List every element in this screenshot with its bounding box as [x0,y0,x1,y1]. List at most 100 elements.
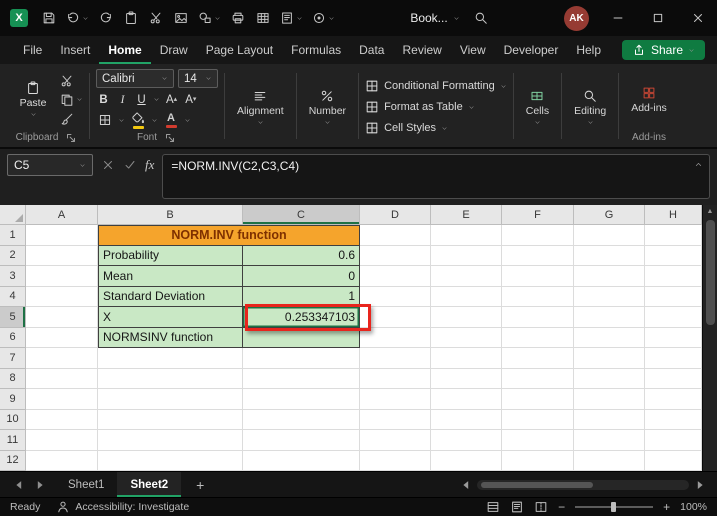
cell-G12[interactable] [574,450,645,471]
tab-formulas[interactable]: Formulas [282,36,350,64]
cell-A12[interactable] [26,450,98,471]
cell-D6[interactable] [360,327,431,348]
vertical-scrollbar-thumb[interactable] [705,220,715,325]
next-sheet-icon[interactable] [33,478,47,492]
cell-F8[interactable] [502,368,574,389]
tab-developer[interactable]: Developer [495,36,568,64]
column-header-G[interactable]: G [574,205,645,225]
cell-H1[interactable] [645,225,702,246]
cell-F12[interactable] [502,450,574,471]
cell-G4[interactable] [574,286,645,307]
name-box[interactable]: C5 [7,154,93,176]
avatar[interactable]: AK [564,5,590,31]
cell-F10[interactable] [502,409,574,430]
scroll-up-icon[interactable]: ▲ [707,208,714,215]
column-header-E[interactable]: E [431,205,502,225]
row-header-7[interactable]: 7 [0,348,26,369]
cancel-icon[interactable] [101,158,115,172]
row-header-1[interactable]: 1 [0,225,26,246]
cell-G3[interactable] [574,266,645,287]
share-button[interactable]: Share [621,40,705,60]
picture-icon[interactable] [170,6,192,30]
column-header-D[interactable]: D [360,205,431,225]
cell-A10[interactable] [26,409,98,430]
cell-A7[interactable] [26,348,98,369]
row-header-2[interactable]: 2 [0,245,26,266]
row-header-5[interactable]: 5 [0,307,26,328]
tab-data[interactable]: Data [350,36,393,64]
zoom-level[interactable]: 100% [680,501,707,513]
italic-button[interactable]: I [115,91,130,108]
cell-E3[interactable] [431,266,502,287]
font-color-button[interactable]: A [162,111,180,129]
cell-B10[interactable] [98,409,243,430]
underline-button[interactable]: U [134,91,149,108]
cut-icon[interactable] [145,6,167,30]
cell-H7[interactable] [645,348,702,369]
tab-draw[interactable]: Draw [151,36,197,64]
cell-D11[interactable] [360,430,431,451]
cell-D3[interactable] [360,266,431,287]
cell-E8[interactable] [431,368,502,389]
cell-D8[interactable] [360,368,431,389]
redo-icon[interactable] [95,6,117,30]
close-button[interactable] [679,0,717,36]
cut-button[interactable] [60,73,83,88]
vertical-scrollbar[interactable]: ▲ [702,205,717,471]
printer-icon[interactable] [227,6,249,30]
cell-C2[interactable]: 0.6 [243,245,360,266]
zoom-out-button[interactable]: − [558,500,565,514]
cell-B11[interactable] [98,430,243,451]
cell-C11[interactable] [243,430,360,451]
bold-button[interactable]: B [96,91,111,108]
cell-B4[interactable]: Standard Deviation [98,286,243,307]
row-header-3[interactable]: 3 [0,266,26,287]
decrease-font-size-button[interactable]: A ▾ [183,91,198,108]
cell-A8[interactable] [26,368,98,389]
cell-E4[interactable] [431,286,502,307]
cell-B9[interactable] [98,389,243,410]
cell-B2[interactable]: Probability [98,245,243,266]
cell-G7[interactable] [574,348,645,369]
record-icon[interactable] [309,6,338,30]
tab-review[interactable]: Review [393,36,450,64]
cell-D4[interactable] [360,286,431,307]
cell-D7[interactable] [360,348,431,369]
clipboard-icon[interactable] [120,6,142,30]
cell-F6[interactable] [502,327,574,348]
macro-icon[interactable] [277,6,306,30]
collapse-formula-bar-icon[interactable] [694,160,703,169]
cell-C5[interactable]: 0.253347103 [243,307,360,328]
cell-A11[interactable] [26,430,98,451]
cell-F11[interactable] [502,430,574,451]
accessibility-status[interactable]: Accessibility: Investigate [56,500,189,514]
normal-view-icon[interactable] [486,500,500,514]
cell-C8[interactable] [243,368,360,389]
insert-function-button[interactable]: fx [145,157,154,173]
formula-input[interactable]: =NORM.INV(C2,C3,C4) [162,154,710,199]
sheet-tab-sheet1[interactable]: Sheet1 [55,472,117,497]
cell-G5[interactable] [574,307,645,328]
cell-C6[interactable] [243,327,360,348]
cell-G11[interactable] [574,430,645,451]
cell-H8[interactable] [645,368,702,389]
cell-G1[interactable] [574,225,645,246]
cells-button[interactable]: Cells [520,69,555,145]
cell-E2[interactable] [431,245,502,266]
cell-B8[interactable] [98,368,243,389]
row-header-11[interactable]: 11 [0,430,26,451]
minimize-button[interactable] [599,0,637,36]
increase-font-size-button[interactable]: A ▴ [164,91,179,108]
editing-button[interactable]: Editing [568,69,612,145]
styles-item-format-as-table[interactable]: Format as Table [365,98,507,116]
cell-A1[interactable] [26,225,98,246]
cell-A2[interactable] [26,245,98,266]
cell-C9[interactable] [243,389,360,410]
cell-D12[interactable] [360,450,431,471]
cell-E10[interactable] [431,409,502,430]
cell-B5[interactable]: X [98,307,243,328]
cell-A3[interactable] [26,266,98,287]
tab-insert[interactable]: Insert [51,36,99,64]
cell-H5[interactable] [645,307,702,328]
format-painter-button[interactable] [60,111,83,126]
